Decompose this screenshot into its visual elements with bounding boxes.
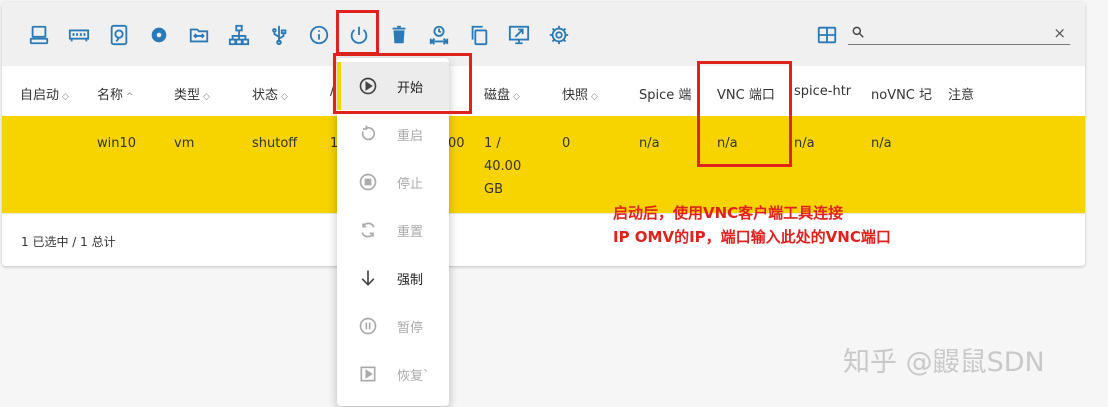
cell-snapshots: 0 <box>562 136 571 151</box>
highlight-box-vnc-port <box>697 61 792 167</box>
folder-icon[interactable] <box>186 22 212 48</box>
column-header-state[interactable]: 状态 ◇ <box>252 84 288 103</box>
menu-item-stop[interactable]: 停止 <box>337 158 449 206</box>
cell-name: win10 <box>97 136 137 151</box>
disc-icon[interactable] <box>146 22 172 48</box>
cell-type: vm <box>174 136 195 151</box>
restart-icon <box>361 125 376 141</box>
cell-disk: 1 / 40.00 GB <box>484 136 522 197</box>
menu-item-label: 恢复` <box>397 369 430 384</box>
column-header-name[interactable]: 名称 ^ <box>97 84 134 103</box>
column-header-snapshots[interactable]: 快照 ◇ <box>562 84 598 103</box>
column-header-autostart[interactable]: 自启动 ◇ <box>20 84 69 103</box>
clear-search-icon[interactable]: × <box>1053 24 1066 42</box>
pause-circle-icon <box>359 317 377 335</box>
disk-icon[interactable] <box>106 22 132 48</box>
computer-icon[interactable] <box>26 22 52 48</box>
column-header-spice-html[interactable]: spice-htr <box>794 84 856 99</box>
stop-circle-icon <box>359 173 377 191</box>
menu-item-restart[interactable]: 重启 <box>337 110 449 158</box>
table-header: 自启动 ◇ 名称 ^ 类型 ◇ 状态 ◇ / 磁盘 ◇ 快照 ◇ Spice 端 VNC 端… <box>2 66 1085 117</box>
column-header-novnc[interactable]: noVNC 圮 <box>871 84 933 103</box>
network-icon[interactable] <box>226 22 252 48</box>
search-input[interactable] <box>870 24 1054 44</box>
menu-item-label: 重置 <box>397 225 424 240</box>
selection-count: 1 已选中 / 1 总计 <box>21 235 116 249</box>
copy-icon[interactable] <box>466 22 492 48</box>
grid-view-icon[interactable] <box>814 22 840 48</box>
menu-item-label: 暂停 <box>397 321 424 336</box>
menu-item-label: 强制 <box>397 273 424 288</box>
trash-icon[interactable] <box>386 22 412 48</box>
menu-item-label: 停止 <box>397 177 424 192</box>
highlight-box-start <box>333 53 472 114</box>
table-footer: 1 已选中 / 1 总计 <box>2 213 1085 266</box>
settings-icon[interactable] <box>546 22 572 48</box>
vm-panel: × 自启动 ◇ 名称 ^ 类型 ◇ 状态 ◇ / 磁盘 ◇ 快照 ◇ Spice 端 VNC… <box>2 2 1085 266</box>
menu-item-force[interactable]: 强制 <box>337 254 449 302</box>
menu-item-label: 重启 <box>397 129 424 144</box>
toolbar: × <box>2 2 1085 66</box>
cell-spice-html: n/a <box>794 136 815 151</box>
column-header-notes[interactable]: 注意 <box>948 84 974 103</box>
menu-item-pause[interactable]: 暂停 <box>337 302 449 350</box>
watermark: 知乎 @鼹鼠SDN <box>843 347 1045 378</box>
cell-novnc: n/a <box>871 136 892 151</box>
table-row[interactable]: win10 vm shutoff 1 00 1 / 40.00 GB 0 n/a… <box>2 116 1085 213</box>
remote-display-icon[interactable] <box>506 22 532 48</box>
column-header-type[interactable]: 类型 ◇ <box>174 84 210 103</box>
arrow-down-icon <box>361 270 375 286</box>
cell-spice-port: n/a <box>639 136 660 151</box>
usb-icon[interactable] <box>266 22 292 48</box>
info-icon[interactable] <box>306 22 332 48</box>
resume-icon <box>360 366 376 382</box>
highlight-box-power <box>336 10 379 55</box>
search-icon <box>852 26 864 38</box>
search-field: × <box>848 24 1070 45</box>
menu-item-resume[interactable]: 恢复` <box>337 350 449 398</box>
reset-icon <box>361 222 375 238</box>
memory-icon[interactable] <box>66 22 92 48</box>
migrate-icon[interactable] <box>426 22 452 48</box>
annotation-note: 启动后，使用VNC客户端工具连接 IP OMV的IP，端口输入此处的VNC端口 <box>613 204 891 246</box>
cell-state: shutoff <box>252 136 298 151</box>
column-header-disk[interactable]: 磁盘 ◇ <box>484 84 520 103</box>
cell-hidden-right: 00 <box>448 136 465 151</box>
column-header-spice-port[interactable]: Spice 端 <box>639 84 701 103</box>
menu-item-reset[interactable]: 重置 <box>337 206 449 254</box>
